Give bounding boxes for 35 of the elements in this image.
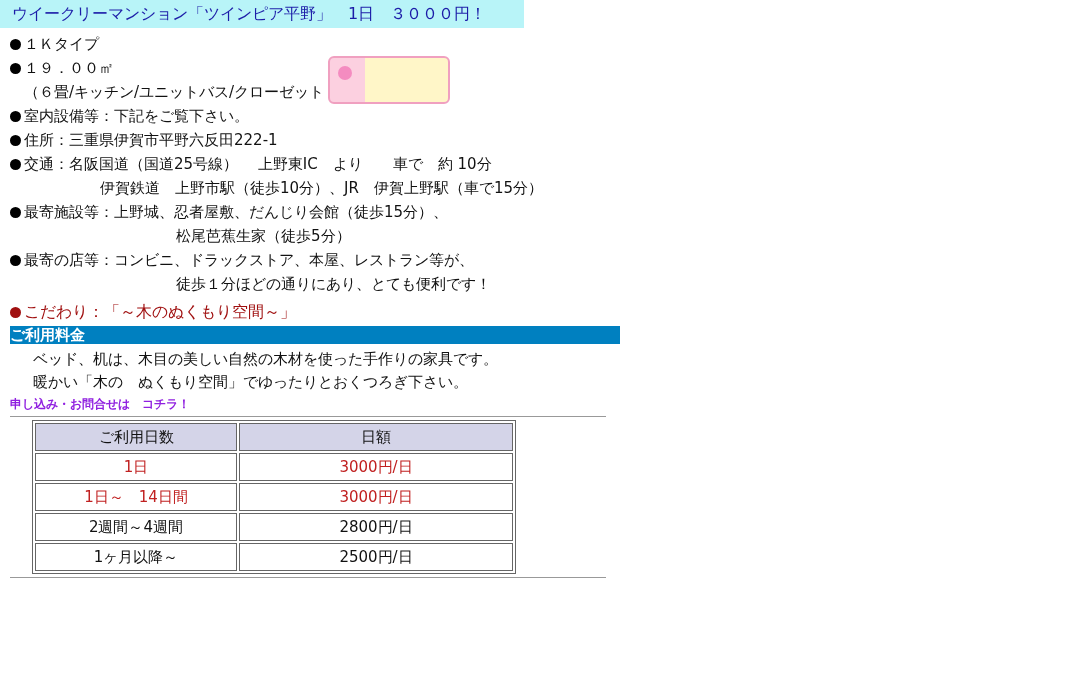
table-cell: 3000円/日 xyxy=(239,453,513,481)
detail-text: 松尾芭蕉生家（徒歩5分） xyxy=(176,227,351,245)
detail-text: （６畳/キッチン/ユニットバス/クローゼット xyxy=(24,83,325,101)
bullet-icon xyxy=(10,306,21,318)
column-header: 日額 xyxy=(239,423,513,451)
detail-text: 室内設備等：下記をご覧下さい。 xyxy=(24,106,249,127)
bullet-icon xyxy=(10,38,21,50)
detail-text: １９．００㎡ xyxy=(24,58,114,79)
table-cell: 1ヶ月以降～ xyxy=(35,543,237,571)
bullet-icon xyxy=(10,158,21,170)
description-text: 暖かい「木の ぬくもり空間」でゆったりとおくつろぎ下さい。 xyxy=(31,372,469,393)
table-cell: 2週間～4週間 xyxy=(35,513,237,541)
bullet-icon xyxy=(10,134,21,146)
table-cell: 1日 xyxy=(35,453,237,481)
detail-text: 伊賀鉄道 上野市駅（徒歩10分）、JR 伊賀上野駅（車で15分） xyxy=(100,179,544,197)
bullet-icon xyxy=(10,254,21,266)
table-cell: 1日～ 14日間 xyxy=(35,483,237,511)
contact-link[interactable]: 申し込み・お問合せは コチラ！ xyxy=(10,396,190,413)
table-cell: 2500円/日 xyxy=(239,543,513,571)
table-cell: 2800円/日 xyxy=(239,513,513,541)
bullet-icon xyxy=(10,110,21,122)
detail-text: 最寄施設等：上野城、忍者屋敷、だんじり会館（徒歩15分）、 xyxy=(24,202,449,223)
detail-text: 交通：名阪国道（国道25号線） 上野東IC より 車で 約 10分 xyxy=(24,154,492,175)
section-heading: ご利用料金 xyxy=(10,326,620,344)
description-text: ベッド、机は、木目の美しい自然の木材を使った手作りの家具です。 xyxy=(31,349,499,370)
table-cell: 3000円/日 xyxy=(239,483,513,511)
column-header: ご利用日数 xyxy=(35,423,237,451)
detail-text: １Ｋタイプ xyxy=(24,34,99,55)
feature-text: こだわり：「～木のぬくもり空間～」 xyxy=(24,301,296,323)
detail-text: 最寄の店等：コンビニ、ドラックストア、本屋、レストラン等が、 xyxy=(24,250,474,271)
bullet-icon xyxy=(10,206,21,218)
detail-text: 住所：三重県伊賀市平野六反田222-1 xyxy=(24,130,278,151)
detail-text: 徒歩１分ほどの通りにあり、とても便利です！ xyxy=(176,275,491,293)
page-title: ウイークリーマンション「ツインピア平野」 1日 ３０００円！ xyxy=(0,0,524,28)
bullet-icon xyxy=(10,62,21,74)
